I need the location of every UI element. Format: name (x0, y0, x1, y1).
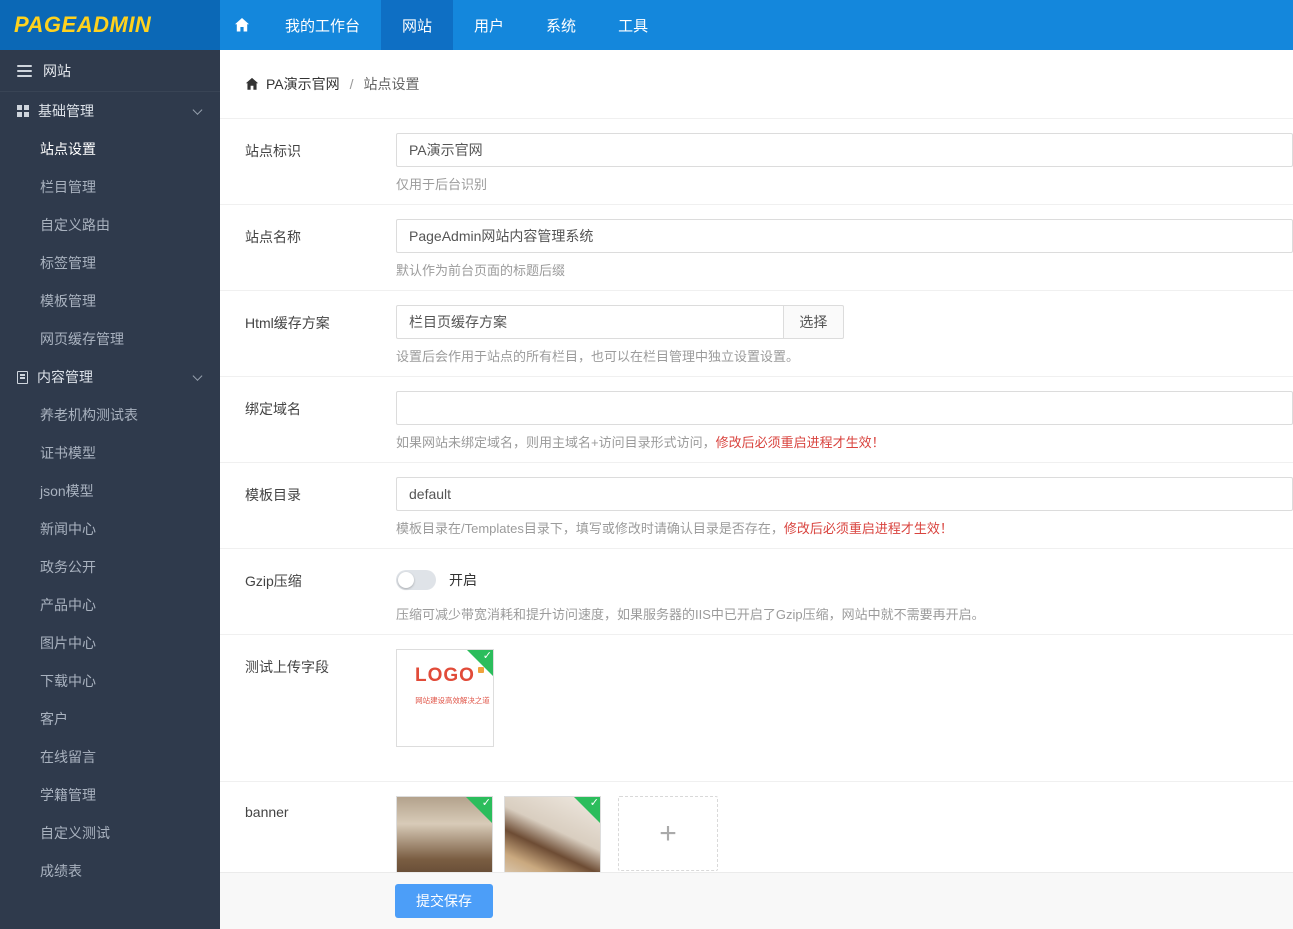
field-help: 压缩可减少带宽消耗和提升访问速度，如果服务器的IIS中已开启了Gzip压缩，网站… (396, 607, 985, 622)
breadcrumb-current: 站点设置 (363, 76, 420, 92)
top-nav-item[interactable]: 我的工作台 (264, 0, 381, 50)
sidebar-header[interactable]: 网站 (0, 50, 220, 92)
form-row-gzip: Gzip压缩 开启 压缩可减少带宽消耗和提升访问速度，如果服务器的IIS中已开启… (220, 548, 1293, 634)
sidebar-item[interactable]: 网页缓存管理 (0, 320, 220, 358)
sidebar-group-label: 内容管理 (37, 369, 93, 385)
sidebar-group-header[interactable]: 基础管理 (0, 92, 220, 130)
field-help: 模板目录在/Templates目录下，填写或修改时请确认目录是否存在，修改后必须… (396, 521, 953, 536)
breadcrumb: PA演示官网 / 站点设置 (220, 50, 1293, 118)
sidebar-item[interactable]: 栏目管理 (0, 168, 220, 206)
form-row-site-name: 站点名称 默认作为前台页面的标题后缀 (220, 204, 1293, 290)
breadcrumb-root[interactable]: PA演示官网 (266, 74, 340, 94)
field-label: Html缓存方案 (245, 315, 330, 331)
sidebar-items: 养老机构测试表 证书模型 json模型 新闻中心 政务公开 产品中心 图片中心 … (0, 396, 220, 890)
top-nav-item[interactable]: 工具 (597, 0, 669, 50)
restart-warning: 修改后必须重启进程才生效！ (715, 435, 885, 450)
field-label: 测试上传字段 (245, 659, 329, 675)
sidebar-item[interactable]: 自定义路由 (0, 206, 220, 244)
form-footer: 提交保存 (220, 872, 1293, 929)
add-image-button[interactable]: + (618, 796, 718, 871)
field-help: 设置后会作用于站点的所有栏目，也可以在栏目管理中独立设置设置。 (396, 349, 800, 364)
menu-icon (17, 62, 32, 80)
domain-input[interactable] (396, 391, 1293, 425)
home-icon (245, 77, 259, 91)
sidebar-group-header[interactable]: 内容管理 (0, 358, 220, 396)
top-nav: 我的工作台 网站 用户 系统 工具 (220, 0, 669, 50)
main-content: PA演示官网 / 站点设置 站点标识 仅用于后台识别 站点名称 默认作为前台页面… (220, 50, 1293, 929)
toggle-knob (398, 572, 414, 588)
top-nav-item[interactable]: 用户 (453, 0, 525, 50)
site-name-input[interactable] (396, 219, 1293, 253)
site-id-input[interactable] (396, 133, 1293, 167)
sidebar-item[interactable]: 下载中心 (0, 662, 220, 700)
sidebar-item[interactable]: 自定义测试 (0, 814, 220, 852)
uploaded-logo-image[interactable]: LOGO 网站建设高效解决之道 (396, 649, 494, 747)
form-row-site-id: 站点标识 仅用于后台识别 (220, 118, 1293, 204)
sidebar-item[interactable]: 政务公开 (0, 548, 220, 586)
form-row-upload-test: 测试上传字段 LOGO 网站建设高效解决之道 (220, 634, 1293, 781)
sidebar-items: 站点设置 栏目管理 自定义路由 标签管理 模板管理 网页缓存管理 (0, 130, 220, 358)
logo-image-title: LOGO (415, 665, 484, 687)
sidebar-group-content: 内容管理 养老机构测试表 证书模型 json模型 新闻中心 政务公开 产品中心 … (0, 358, 220, 890)
site-settings-form: 站点标识 仅用于后台识别 站点名称 默认作为前台页面的标题后缀 Html缓存方案… (220, 118, 1293, 904)
logo-image-subtitle: 网站建设高效解决之道 (415, 696, 490, 705)
field-help: 如果网站未绑定域名，则用主域名+访问目录形式访问，修改后必须重启进程才生效！ (396, 435, 885, 450)
form-row-html-cache: Html缓存方案 选择 设置后会作用于站点的所有栏目，也可以在栏目管理中独立设置… (220, 290, 1293, 376)
html-cache-input-group: 选择 (396, 305, 844, 339)
template-dir-input[interactable] (396, 477, 1293, 511)
field-label: 绑定域名 (245, 401, 301, 417)
sidebar-item[interactable]: 在线留言 (0, 738, 220, 776)
field-label: 站点名称 (245, 229, 301, 245)
brand-logo[interactable]: PAGEADMIN (0, 0, 220, 50)
top-navbar: PAGEADMIN 我的工作台 网站 用户 系统 工具 (0, 0, 1293, 50)
top-nav-item[interactable]: 系统 (525, 0, 597, 50)
restart-warning: 修改后必须重启进程才生效！ (783, 521, 953, 536)
field-label: Gzip压缩 (245, 573, 302, 589)
toggle-label: 开启 (449, 572, 477, 588)
submit-button[interactable]: 提交保存 (395, 884, 493, 918)
sidebar-item[interactable]: 新闻中心 (0, 510, 220, 548)
sidebar-item[interactable]: 学籍管理 (0, 776, 220, 814)
gzip-toggle[interactable] (396, 570, 436, 590)
check-badge-icon (467, 650, 493, 676)
sidebar-title: 网站 (43, 62, 71, 79)
grid-icon (17, 105, 29, 117)
sidebar-item[interactable]: 证书模型 (0, 434, 220, 472)
sidebar-group-label: 基础管理 (38, 103, 94, 119)
chevron-down-icon (192, 105, 203, 115)
field-help: 默认作为前台页面的标题后缀 (396, 263, 566, 278)
check-badge-icon (466, 797, 492, 823)
sidebar-item[interactable]: 养老机构测试表 (0, 396, 220, 434)
sidebar-item[interactable]: 图片中心 (0, 624, 220, 662)
sidebar-item[interactable]: 成绩表 (0, 852, 220, 890)
document-icon (17, 370, 28, 384)
home-icon (235, 18, 249, 32)
field-help: 仅用于后台识别 (396, 177, 488, 192)
sidebar-item[interactable]: 客户 (0, 700, 220, 738)
breadcrumb-separator: / (349, 76, 354, 92)
chevron-down-icon (192, 371, 203, 381)
sidebar-item[interactable]: 站点设置 (0, 130, 220, 168)
select-cache-button[interactable]: 选择 (783, 305, 844, 339)
check-badge-icon (574, 797, 600, 823)
form-row-domain: 绑定域名 如果网站未绑定域名，则用主域名+访问目录形式访问，修改后必须重启进程才… (220, 376, 1293, 462)
sidebar-item[interactable]: 产品中心 (0, 586, 220, 624)
sidebar-item[interactable]: json模型 (0, 472, 220, 510)
field-label: 站点标识 (245, 143, 301, 159)
sidebar: 网站 基础管理 站点设置 栏目管理 自定义路由 标签管理 模板管理 网页缓存管理 (0, 50, 220, 929)
html-cache-input[interactable] (396, 305, 784, 339)
form-row-template-dir: 模板目录 模板目录在/Templates目录下，填写或修改时请确认目录是否存在，… (220, 462, 1293, 548)
sidebar-group-basic: 基础管理 站点设置 栏目管理 自定义路由 标签管理 模板管理 网页缓存管理 (0, 92, 220, 358)
sidebar-item[interactable]: 模板管理 (0, 282, 220, 320)
home-icon[interactable] (220, 0, 264, 50)
sidebar-item[interactable]: 标签管理 (0, 244, 220, 282)
top-nav-item[interactable]: 网站 (381, 0, 454, 50)
field-label: 模板目录 (245, 487, 301, 503)
